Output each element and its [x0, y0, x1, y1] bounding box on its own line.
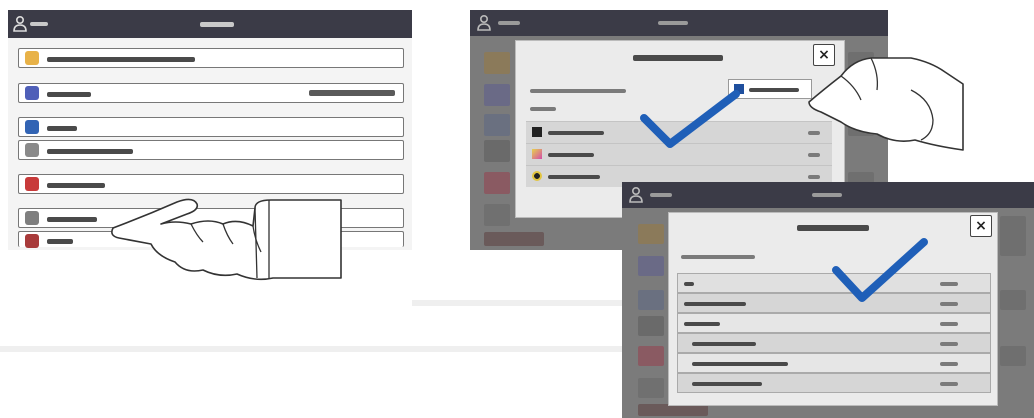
list-item[interactable] [677, 333, 991, 353]
list-item-value [940, 302, 958, 306]
list-item-label [684, 282, 694, 286]
background-tile [484, 52, 510, 74]
pointing-hand-illustration [111, 198, 342, 281]
app-icon-yellow [25, 51, 39, 65]
black-swatch-icon [532, 127, 542, 137]
list-item[interactable] [677, 373, 991, 393]
checkmark-icon [832, 238, 928, 302]
modal-subtitle [530, 89, 626, 93]
list-item-label [684, 322, 720, 326]
title-bar [8, 10, 412, 38]
background-tile [638, 256, 664, 276]
app-icon-blue [25, 86, 39, 100]
app-icon-gray [25, 143, 39, 157]
app-row-2[interactable] [18, 83, 404, 103]
list-item-value [940, 362, 958, 366]
option-label [749, 88, 799, 92]
section-label [530, 107, 556, 111]
list-item-value [808, 175, 820, 179]
background-tile [638, 316, 664, 336]
app-row-4[interactable] [18, 140, 404, 160]
person-icon[interactable] [12, 15, 28, 33]
list-item-value [940, 382, 958, 386]
title-bar [622, 182, 1034, 208]
background-tile [638, 290, 664, 310]
list-item[interactable] [677, 353, 991, 373]
modal-title [633, 55, 723, 61]
title-bar [470, 10, 888, 36]
list-item-label [684, 302, 746, 306]
background-tile [484, 114, 510, 136]
screen-title-text [200, 22, 234, 27]
app-icon-red [25, 177, 39, 191]
app-label [47, 217, 97, 222]
list-item-label [548, 153, 594, 157]
screen-title-text [658, 21, 688, 25]
background-tile [484, 232, 544, 246]
background-tile [484, 204, 510, 226]
app-row-3[interactable] [18, 117, 404, 137]
list-item-label [692, 342, 756, 346]
list-item-value [940, 342, 958, 346]
list-item-label [548, 175, 600, 179]
app-label [47, 57, 195, 62]
background-tile [484, 84, 510, 106]
person-icon[interactable] [628, 186, 644, 204]
checkmark-icon [640, 90, 740, 148]
app-icon-blue-square [25, 120, 39, 134]
color-swatch-icon [532, 171, 542, 181]
background-tile [1000, 216, 1026, 256]
background-tile [1000, 346, 1026, 366]
background-tile [638, 346, 664, 366]
app-label [47, 126, 77, 131]
app-label [47, 183, 105, 188]
app-status-bar [309, 90, 395, 96]
multicolor-swatch-icon [532, 149, 542, 159]
user-name-text [650, 193, 672, 197]
modal-title [797, 225, 869, 231]
close-button[interactable]: × [970, 215, 992, 237]
screen-title-text [812, 193, 842, 197]
background-tile [638, 378, 664, 398]
app-label [47, 239, 73, 244]
list-item[interactable] [677, 313, 991, 333]
app-icon-gray-doc [25, 211, 39, 225]
list-item-value [940, 282, 958, 286]
list-item-label [692, 382, 762, 386]
modal-subtitle [681, 255, 755, 259]
list-item-label [692, 362, 788, 366]
background-tile [1000, 290, 1026, 310]
app-row-1[interactable] [18, 48, 404, 68]
app-icon-red-doc [25, 234, 39, 248]
app-label [47, 149, 133, 154]
user-name-text [30, 22, 48, 26]
user-name-text [498, 21, 520, 25]
pointing-hand-illustration [808, 57, 964, 151]
app-label [47, 92, 91, 97]
background-tile [484, 172, 510, 194]
list-item-label [548, 131, 604, 135]
background-tile [484, 140, 510, 162]
background-tile [638, 224, 664, 244]
list-item-value [940, 322, 958, 326]
person-icon[interactable] [476, 14, 492, 32]
